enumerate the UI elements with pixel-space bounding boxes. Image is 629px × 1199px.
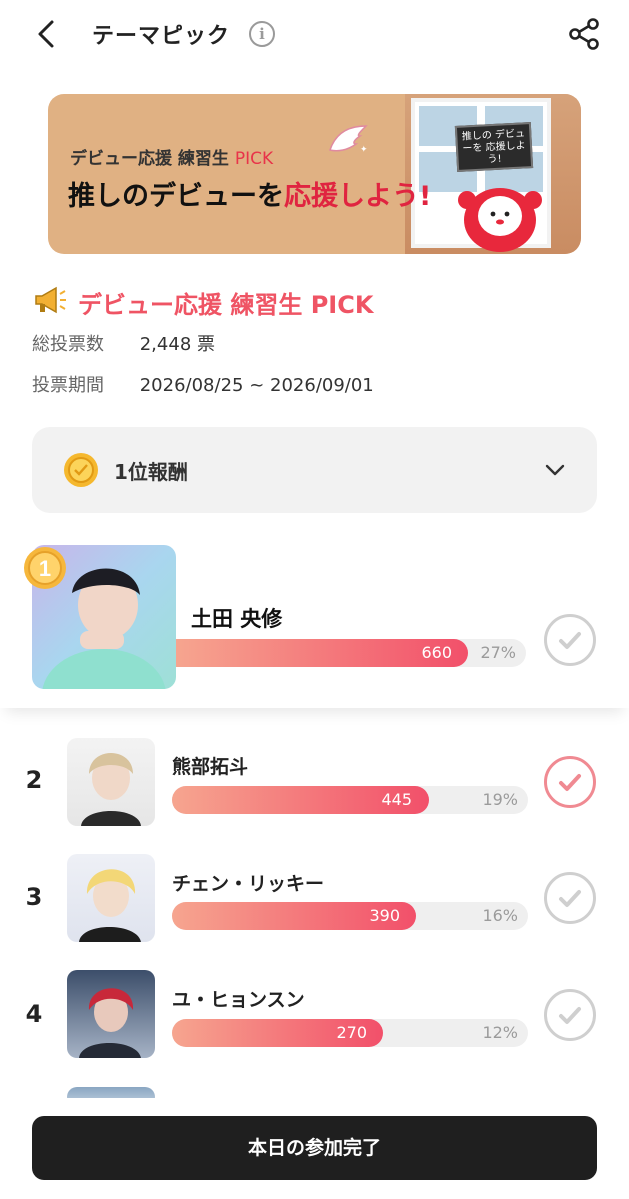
candidate-name: 土田 央修 xyxy=(191,607,283,631)
info-icon[interactable]: i xyxy=(249,21,275,47)
candidate-name: チェン・リッキー xyxy=(172,873,325,895)
candidate-name: 熊部拓斗 xyxy=(172,756,249,778)
share-icon xyxy=(569,18,599,50)
rank-number: 4 xyxy=(25,1000,43,1028)
vote-count: 390 xyxy=(369,906,400,925)
svg-text:1: 1 xyxy=(39,556,51,581)
page-title: テーマピック xyxy=(92,24,231,49)
vote-check-button[interactable] xyxy=(544,989,596,1041)
rank-number: 3 xyxy=(25,883,43,911)
check-icon xyxy=(559,774,581,791)
megaphone-icon xyxy=(35,286,66,314)
vote-percent: 12% xyxy=(482,1023,518,1042)
period-row: 投票期間 2026/08/25 ~ 2026/09/01 xyxy=(32,371,374,397)
total-votes-label: 総投票数 xyxy=(32,334,104,355)
share-button[interactable] xyxy=(566,16,602,52)
vote-count: 445 xyxy=(381,790,412,809)
chevron-left-icon xyxy=(38,20,54,48)
period-label: 投票期間 xyxy=(32,375,104,396)
vote-bar: 270 12% xyxy=(172,1019,528,1047)
mascot-illustration xyxy=(458,188,542,252)
check-icon xyxy=(559,890,581,907)
candidate-card-rank-1 xyxy=(0,530,629,708)
banner-sign: 推しの デビューを 応援しよう! xyxy=(454,122,534,172)
check-icon xyxy=(559,632,581,649)
vote-check-button[interactable] xyxy=(544,872,596,924)
reward-label: 1位報酬 xyxy=(114,460,188,484)
total-votes-row: 総投票数 2,448 票 xyxy=(32,330,215,356)
theme-title: デビュー応援 練習生 PICK xyxy=(78,291,374,319)
candidate-photo xyxy=(67,738,155,826)
vote-percent: 27% xyxy=(480,643,516,662)
reward-dropdown[interactable]: 1位報酬 xyxy=(32,427,597,513)
vote-count: 270 xyxy=(336,1023,367,1042)
vote-count: 660 xyxy=(421,643,452,662)
vote-percent: 16% xyxy=(482,906,518,925)
bottom-bar: 本日の参加完了 xyxy=(0,1098,629,1199)
vote-check-button[interactable] xyxy=(544,756,596,808)
banner-subtitle: デビュー応援 練習生 PICK xyxy=(70,149,274,169)
period-value: 2026/08/25 ~ 2026/09/01 xyxy=(139,375,374,396)
vote-percent: 19% xyxy=(482,790,518,809)
wing-icon: ✦ xyxy=(329,125,368,155)
candidate-name: ユ・ヒョンスン xyxy=(172,989,305,1011)
vote-check-button[interactable] xyxy=(544,614,596,666)
participation-done-button[interactable]: 本日の参加完了 xyxy=(32,1116,597,1180)
total-votes-unit: 票 xyxy=(197,334,215,355)
total-votes-value: 2,448 xyxy=(139,334,192,355)
svg-text:✦: ✦ xyxy=(360,145,368,155)
back-button[interactable] xyxy=(28,14,68,54)
candidate-photo xyxy=(67,970,155,1058)
vote-bar: 445 19% xyxy=(172,786,528,814)
top-bar: テーマピック i xyxy=(0,0,629,70)
vote-bar: 660 27% xyxy=(176,639,526,667)
rank-1-medal-icon: 1 xyxy=(24,547,66,589)
candidate-photo xyxy=(67,854,155,942)
check-icon xyxy=(559,1007,581,1024)
theme-banner[interactable]: デビュー応援 練習生 PICK ✦ 推しのデビューを応援しよう! 推しの デビュ… xyxy=(48,94,581,254)
chevron-down-icon xyxy=(545,464,565,476)
coin-icon xyxy=(64,453,98,487)
banner-headline: 推しのデビューを応援しよう! xyxy=(68,181,432,212)
rank-number: 2 xyxy=(25,766,43,794)
vote-bar: 390 16% xyxy=(172,902,528,930)
